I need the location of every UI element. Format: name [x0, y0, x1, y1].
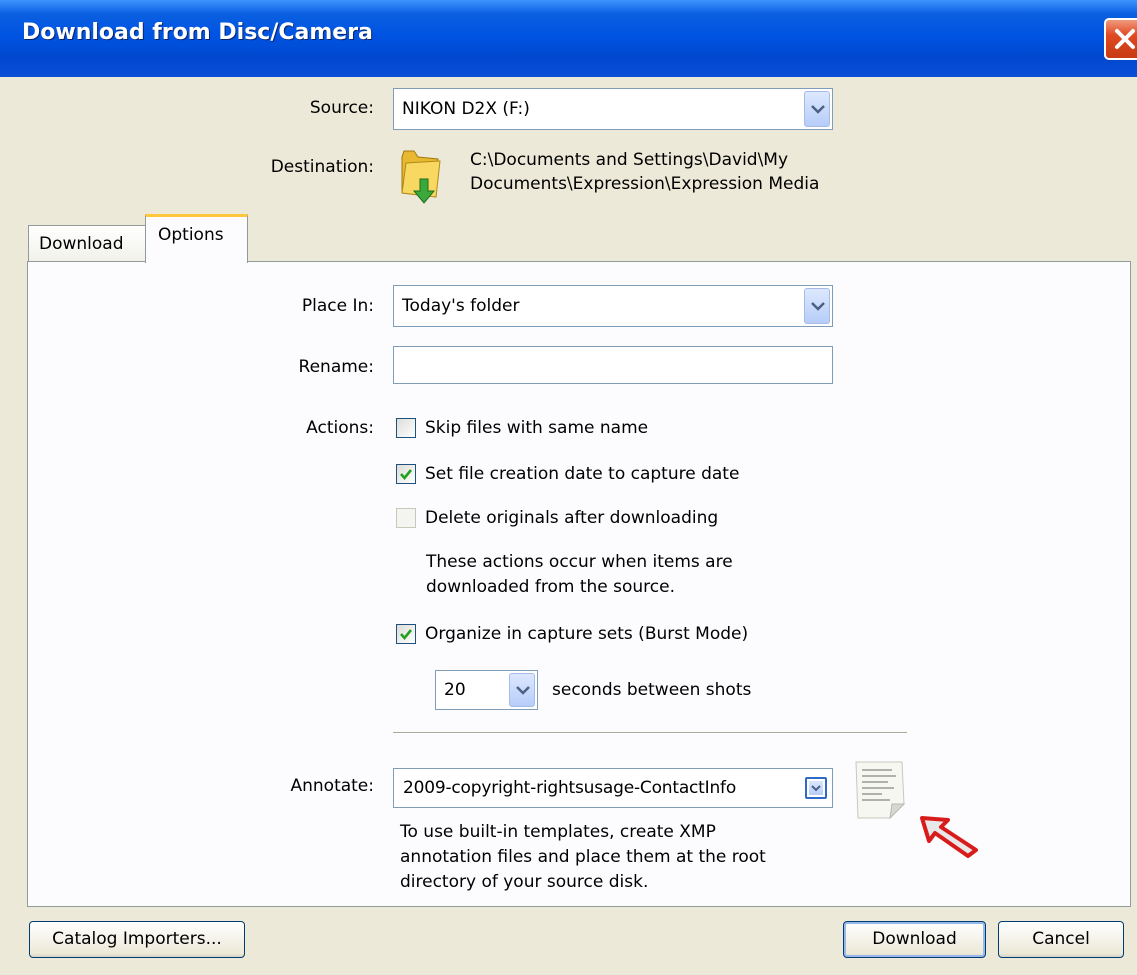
burst-mode-checkbox[interactable]	[396, 624, 416, 644]
checkmark-icon	[400, 629, 413, 641]
seconds-value: 20	[444, 680, 466, 700]
annotate-hint-line2: annotation files and place them at the r…	[400, 847, 766, 867]
chevron-down-icon	[811, 302, 825, 311]
rename-input[interactable]	[393, 346, 833, 384]
annotate-select[interactable]: 2009-copyright-rightsusage-ContactInfo	[393, 768, 833, 808]
red-arrow-icon	[918, 808, 982, 858]
skip-files-label[interactable]: Skip files with same name	[425, 418, 648, 438]
document-template-icon	[852, 760, 908, 820]
options-content: Place In: Today's folder Rename: Actions…	[0, 0, 1137, 975]
annotate-hint-line1: To use built-in templates, create XMP	[400, 822, 716, 842]
place-in-select[interactable]: Today's folder	[393, 285, 833, 327]
annotate-label: Annotate:	[290, 776, 374, 796]
seconds-dropdown-button[interactable]	[509, 673, 535, 707]
actions-note-line2: downloaded from the source.	[426, 577, 675, 597]
delete-originals-checkbox[interactable]	[396, 508, 416, 528]
chevron-down-icon	[811, 785, 821, 792]
set-creation-date-label[interactable]: Set file creation date to capture date	[425, 464, 739, 484]
set-creation-date-checkbox[interactable]	[396, 464, 416, 484]
seconds-select[interactable]: 20	[435, 670, 538, 710]
rename-label: Rename:	[298, 357, 374, 377]
seconds-label: seconds between shots	[552, 680, 752, 700]
annotate-dropdown-button[interactable]	[805, 777, 827, 799]
place-in-value: Today's folder	[402, 296, 520, 316]
place-in-label: Place In:	[301, 296, 374, 316]
annotate-value: 2009-copyright-rightsusage-ContactInfo	[403, 778, 737, 798]
checkmark-icon	[400, 469, 413, 481]
chevron-down-icon	[516, 686, 530, 695]
burst-mode-label[interactable]: Organize in capture sets (Burst Mode)	[425, 624, 748, 644]
annotate-hint-line3: directory of your source disk.	[400, 872, 649, 892]
actions-label: Actions:	[306, 418, 374, 438]
skip-files-checkbox[interactable]	[396, 418, 416, 438]
place-in-dropdown-button[interactable]	[804, 288, 830, 324]
actions-note-line1: These actions occur when items are	[426, 552, 733, 572]
delete-originals-label[interactable]: Delete originals after downloading	[425, 508, 718, 528]
separator	[393, 732, 907, 734]
